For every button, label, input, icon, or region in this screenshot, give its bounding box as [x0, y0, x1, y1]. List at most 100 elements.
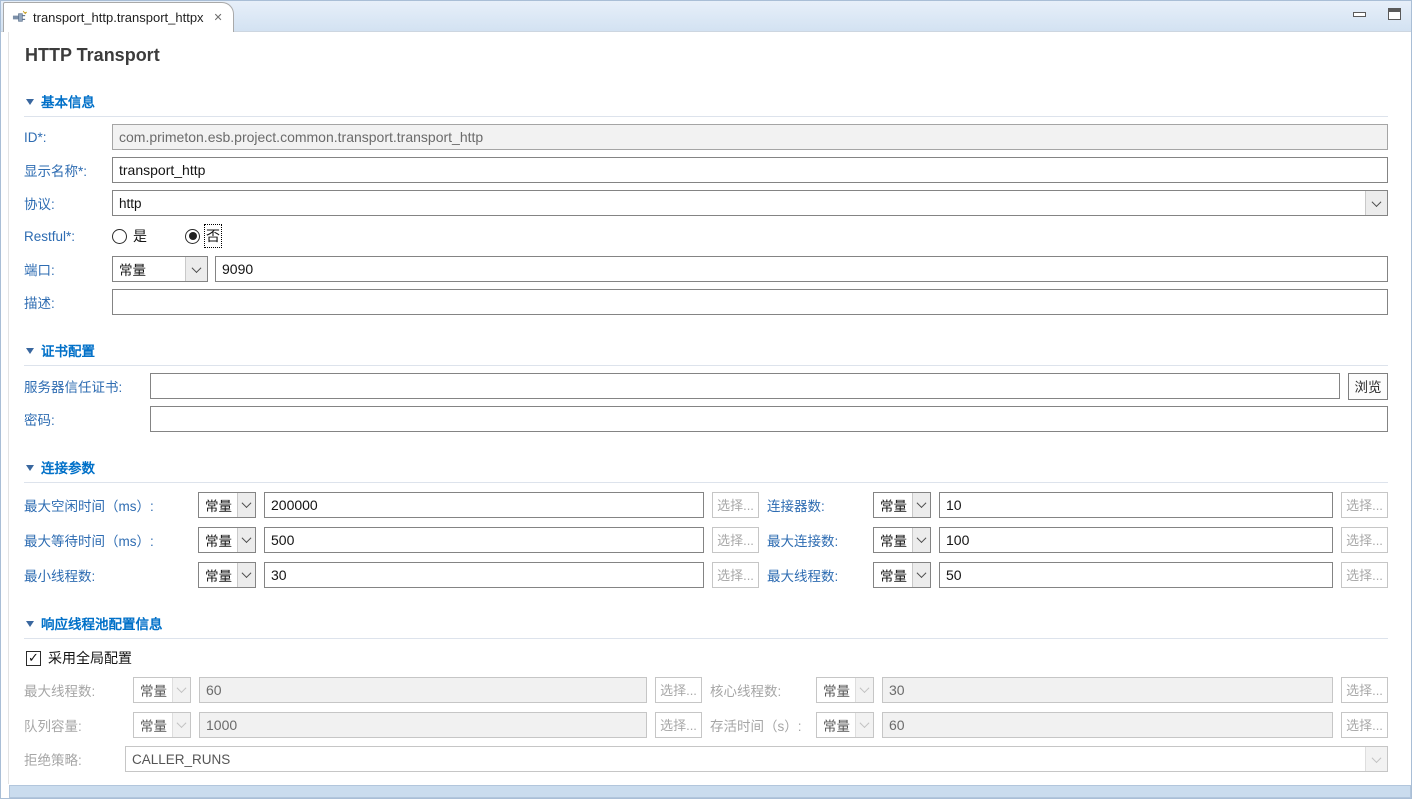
field-row-display-name: 显示名称*: [24, 157, 1388, 183]
pool-row-1: 最大线程数: 常量 选择... 核心线程数: 常量 选择... [24, 676, 1388, 703]
chevron-down-icon [860, 683, 870, 693]
max-threads-type-select[interactable]: 常量 [873, 562, 931, 588]
connector-count-type-select[interactable]: 常量 [873, 492, 931, 518]
port-type-select[interactable]: 常量 [112, 256, 208, 282]
trust-cert-field[interactable] [150, 373, 1340, 399]
conn-row-2: 最大等待时间（ms）: 常量 选择... 最大连接数: 常量 选择... [24, 526, 1388, 553]
queue-capacity-label: 队列容量: [24, 715, 125, 735]
conn-row-1: 最大空闲时间（ms）: 常量 选择... 连接器数: 常量 选择... [24, 491, 1388, 518]
description-label: 描述: [24, 292, 112, 312]
max-wait-select-button[interactable]: 选择... [712, 527, 759, 553]
section-title-cert: 证书配置 [41, 340, 95, 360]
minimize-icon[interactable] [1353, 12, 1366, 17]
max-idle-type-select[interactable]: 常量 [198, 492, 256, 518]
chevron-down-icon [1372, 753, 1382, 763]
type-value: 常量 [134, 678, 172, 702]
dropdown-button[interactable] [237, 563, 255, 587]
field-row-description: 描述: [24, 289, 1388, 315]
type-value: 常量 [874, 563, 912, 587]
dropdown-button [172, 678, 190, 702]
max-connections-select-button[interactable]: 选择... [1341, 527, 1388, 553]
field-row-port: 端口: 常量 [24, 256, 1388, 282]
dropdown-button[interactable] [912, 563, 930, 587]
min-threads-select-button[interactable]: 选择... [712, 562, 759, 588]
dropdown-button[interactable] [912, 528, 930, 552]
max-connections-field[interactable] [939, 527, 1333, 553]
collapse-toggle-icon[interactable] [26, 621, 34, 627]
section-title-pool: 响应线程池配置信息 [41, 613, 163, 633]
min-threads-field[interactable] [264, 562, 704, 588]
pool-max-threads-field [199, 677, 647, 703]
connector-count-select-button[interactable]: 选择... [1341, 492, 1388, 518]
reject-policy-value: CALLER_RUNS [126, 747, 1365, 771]
keep-alive-type-select: 常量 [816, 712, 874, 738]
core-threads-label: 核心线程数: [710, 680, 808, 700]
description-field[interactable] [112, 289, 1388, 315]
editor-tab-bar: transport_http.transport_httpx ✕ [1, 1, 1411, 32]
min-threads-label: 最小线程数: [24, 565, 190, 585]
connector-count-label: 连接器数: [767, 495, 865, 515]
editor-tab[interactable]: transport_http.transport_httpx ✕ [3, 2, 234, 32]
id-field [112, 124, 1388, 150]
restful-label: Restful*: [24, 229, 112, 244]
keep-alive-field [882, 712, 1333, 738]
max-idle-time-field[interactable] [264, 492, 704, 518]
port-type-dropdown-button[interactable] [185, 257, 207, 281]
max-connections-type-select[interactable]: 常量 [873, 527, 931, 553]
collapse-toggle-icon[interactable] [26, 465, 34, 471]
min-threads-type-select[interactable]: 常量 [198, 562, 256, 588]
connector-count-field[interactable] [939, 492, 1333, 518]
reject-policy-select: CALLER_RUNS [125, 746, 1388, 772]
dropdown-button[interactable] [912, 493, 930, 517]
queue-capacity-type-select: 常量 [133, 712, 191, 738]
field-row-reject-policy: 拒绝策略: CALLER_RUNS [24, 746, 1388, 772]
chevron-down-icon [242, 533, 252, 543]
tab-title: transport_http.transport_httpx [33, 10, 204, 25]
conn-row-3: 最小线程数: 常量 选择... 最大线程数: 常量 选择... [24, 561, 1388, 588]
type-value: 常量 [817, 678, 855, 702]
field-row-trust-cert: 服务器信任证书: 浏览 [24, 373, 1388, 399]
restful-radio-no[interactable]: 否 [185, 226, 220, 246]
checkbox-checked-icon [26, 651, 41, 666]
password-label: 密码: [24, 409, 150, 429]
max-connections-label: 最大连接数: [767, 530, 865, 550]
password-field[interactable] [150, 406, 1388, 432]
type-value: 常量 [199, 563, 237, 587]
max-idle-select-button[interactable]: 选择... [712, 492, 759, 518]
display-name-field[interactable] [112, 157, 1388, 183]
browse-button[interactable]: 浏览 [1348, 373, 1388, 400]
trust-cert-label: 服务器信任证书: [24, 376, 150, 396]
editor-window: transport_http.transport_httpx ✕ HTTP Tr… [0, 0, 1412, 799]
page-title: HTTP Transport [25, 45, 1388, 66]
keep-alive-label: 存活时间（s）: [710, 715, 808, 735]
type-value: 常量 [199, 528, 237, 552]
restful-no-label: 否 [206, 226, 220, 246]
keep-alive-select-button: 选择... [1341, 712, 1388, 738]
radio-checked-icon [185, 229, 200, 244]
protocol-select[interactable]: http [112, 190, 1388, 216]
type-value: 常量 [874, 528, 912, 552]
port-field[interactable] [215, 256, 1388, 282]
horizontal-scrollbar[interactable] [9, 785, 1411, 798]
max-wait-time-label: 最大等待时间（ms）: [24, 530, 190, 550]
dropdown-button[interactable] [237, 493, 255, 517]
collapse-toggle-icon[interactable] [26, 348, 34, 354]
protocol-dropdown-button[interactable] [1365, 191, 1387, 215]
chevron-down-icon [192, 263, 202, 273]
restful-radio-yes[interactable]: 是 [112, 226, 147, 246]
max-threads-field[interactable] [939, 562, 1333, 588]
dropdown-button[interactable] [237, 528, 255, 552]
global-config-checkbox[interactable]: 采用全局配置 [26, 648, 1388, 668]
max-wait-type-select[interactable]: 常量 [198, 527, 256, 553]
collapse-toggle-icon[interactable] [26, 99, 34, 105]
maximize-icon[interactable] [1388, 8, 1401, 20]
tab-close-icon[interactable]: ✕ [214, 11, 223, 24]
max-threads-select-button[interactable]: 选择... [1341, 562, 1388, 588]
chevron-down-icon [917, 533, 927, 543]
max-wait-time-field[interactable] [264, 527, 704, 553]
radio-unchecked-icon [112, 229, 127, 244]
port-type-value: 常量 [113, 257, 185, 281]
core-threads-field [882, 677, 1333, 703]
dropdown-button [855, 713, 873, 737]
field-row-id: ID*: [24, 124, 1388, 150]
